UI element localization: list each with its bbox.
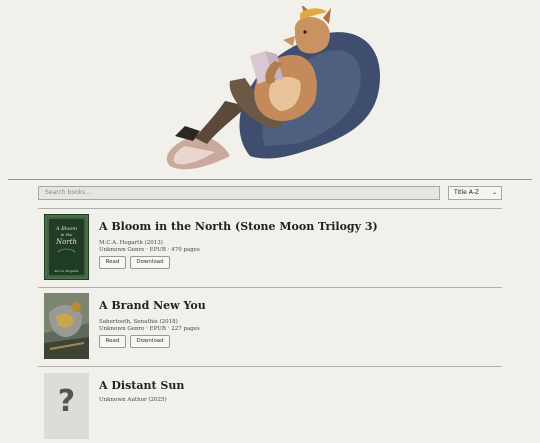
book-title[interactable]: A Bloom in the North (Stone Moon Trilogy… [99, 220, 378, 233]
sort-selected-label: Title A-Z [454, 189, 480, 196]
list-divider [38, 287, 502, 288]
chevron-down-icon: ⌄ [491, 189, 497, 196]
download-button[interactable]: Download [130, 335, 170, 348]
book-cover-placeholder[interactable]: ? [44, 373, 89, 439]
toolbar: Search books... Title A-Z ⌄ [38, 186, 502, 202]
list-divider [38, 208, 502, 209]
book-author-year: Unknown Author (2025) [99, 397, 167, 403]
placeholder-question-icon: ? [57, 384, 76, 419]
list-item: ? A Distant Sun Unknown Author (2025) [44, 373, 504, 443]
read-button[interactable]: Read [99, 335, 126, 348]
list-divider [38, 366, 502, 367]
header-divider [8, 179, 532, 180]
book-title[interactable]: A Distant Sun [99, 379, 184, 392]
sort-select[interactable]: Title A-Z ⌄ [448, 186, 502, 200]
book-author-year: M.C.A. Hogarth (2013) [99, 240, 163, 246]
svg-text:in the: in the [61, 232, 73, 237]
book-title[interactable]: A Brand New You [99, 299, 206, 312]
book-details: Unknown Genre · EPUB · 227 pages [99, 326, 200, 332]
book-cover[interactable] [44, 293, 89, 359]
hero-illustration [155, 4, 385, 174]
list-item: A Brand New You Sabertooth, Senathis (20… [44, 293, 504, 363]
list-item: A Bloom in the North M.C.A. Hogarth A Bl… [44, 214, 504, 284]
search-input[interactable]: Search books... [38, 186, 440, 200]
book-cover[interactable]: A Bloom in the North M.C.A. Hogarth [44, 214, 89, 280]
svg-text:M.C.A. Hogarth: M.C.A. Hogarth [55, 269, 79, 273]
book-details: Unknown Genre · EPUB · 470 pages [99, 247, 200, 253]
book-author-year: Sabertooth, Senathis (2018) [99, 319, 178, 325]
download-button[interactable]: Download [130, 256, 170, 269]
svg-text:North: North [55, 238, 77, 246]
read-button[interactable]: Read [99, 256, 126, 269]
